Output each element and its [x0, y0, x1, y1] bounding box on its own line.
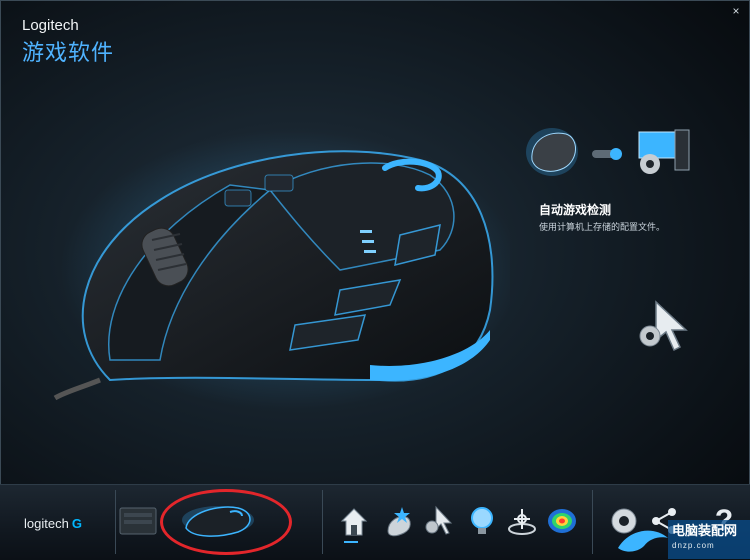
logitech-g-mark: G — [71, 516, 82, 531]
g502-mouse-image — [53, 130, 510, 410]
surface-tuning-icon[interactable] — [506, 503, 538, 539]
divider — [592, 490, 593, 554]
close-button[interactable]: × — [729, 4, 743, 18]
watermark-url: dnzp.com — [672, 541, 715, 550]
pointer-settings-icon[interactable] — [424, 503, 456, 539]
lighting-icon[interactable] — [466, 503, 498, 539]
heatmap-icon[interactable] — [546, 503, 578, 539]
divider — [322, 490, 323, 554]
home-icon[interactable] — [338, 503, 370, 539]
brand-label: Logitech — [22, 17, 79, 34]
mouse-cable — [53, 377, 101, 401]
customize-buttons-icon[interactable] — [382, 503, 414, 539]
pointer-gear-icon[interactable] — [636, 300, 696, 356]
auto-detect-toggle[interactable] — [524, 120, 699, 180]
auto-detect-description: 使用计算机上存储的配置文件。 — [539, 223, 666, 233]
keyboard-device[interactable] — [118, 498, 158, 540]
active-tool-indicator — [344, 541, 358, 543]
divider — [115, 490, 116, 554]
app-title: 游戏软件 — [22, 41, 115, 66]
auto-detect-title: 自动游戏检测 — [539, 203, 612, 217]
logitech-logo: logitech G — [24, 516, 82, 531]
watermark-text: 电脑装配网 — [672, 524, 738, 539]
selected-device-highlight — [160, 489, 292, 555]
